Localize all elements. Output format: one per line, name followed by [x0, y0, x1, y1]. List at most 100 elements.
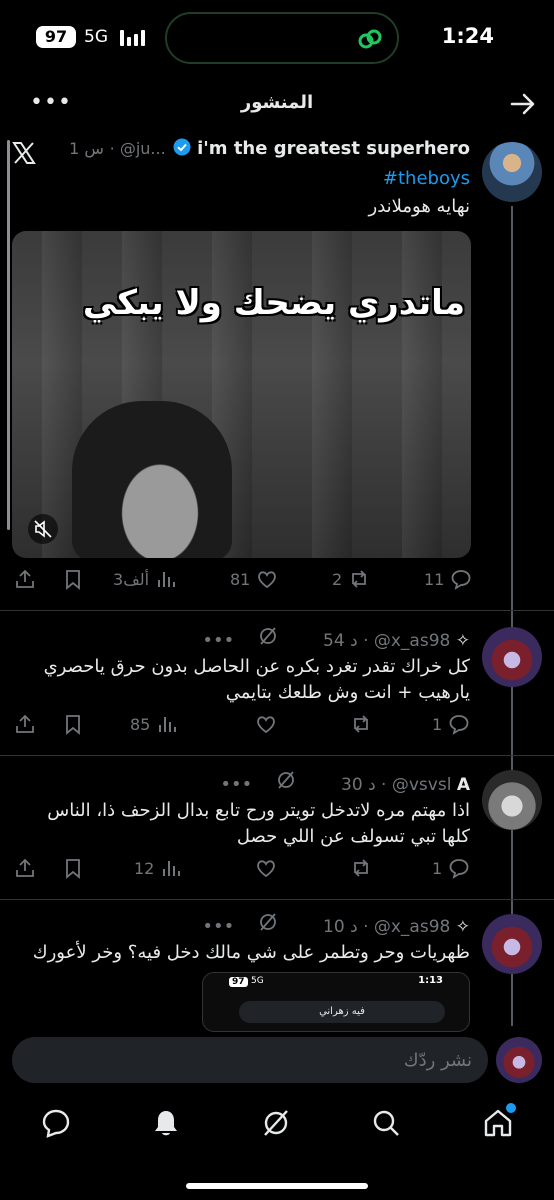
post-header: ••• المنشور	[0, 80, 554, 128]
my-avatar[interactable]	[496, 1037, 542, 1083]
views-count: 3ألف	[113, 569, 150, 589]
home-indicator	[186, 1183, 368, 1189]
reply-composer[interactable]	[12, 1037, 488, 1083]
embedded-screenshot[interactable]: 97 5G 1:13 فيه زهراني	[202, 972, 470, 1032]
views-button[interactable]: 3ألف	[113, 568, 177, 590]
like-button[interactable]	[255, 857, 277, 879]
heart-icon	[258, 571, 277, 589]
reply-time: 30 د	[341, 775, 376, 795]
dynamic-island	[165, 12, 399, 64]
post-handle[interactable]: @ju...	[120, 139, 166, 158]
share-icon	[16, 714, 34, 733]
views-icon	[163, 861, 181, 876]
page-title: المنشور	[240, 92, 314, 113]
views-count: 85	[130, 714, 151, 734]
back-arrow-icon[interactable]	[510, 92, 536, 116]
nav-messages[interactable]	[40, 1107, 72, 1139]
avatar[interactable]	[482, 627, 542, 687]
reply-actions: 85 1	[0, 713, 554, 743]
bookmark-button[interactable]	[62, 857, 84, 879]
views-count: 12	[134, 858, 155, 878]
bookmark-button[interactable]	[62, 713, 84, 735]
embed-battery: 97	[229, 977, 248, 987]
post-actions: 3ألف 81 2 11	[0, 568, 554, 598]
mute-icon[interactable]	[28, 514, 58, 544]
reply-count: 11	[424, 569, 445, 589]
reply-handle[interactable]: @vsvsl	[392, 775, 452, 795]
share-button[interactable]	[14, 568, 36, 590]
avatar[interactable]	[482, 914, 542, 974]
reply-icon	[449, 715, 469, 735]
reply-input[interactable]	[32, 1037, 472, 1083]
repost-count: 2	[332, 569, 343, 589]
grok-icon	[264, 1110, 288, 1136]
post-hashtag[interactable]: #theboys	[383, 168, 470, 189]
divider	[0, 610, 554, 611]
nav-search[interactable]	[370, 1107, 402, 1139]
share-button[interactable]	[14, 713, 36, 735]
views-button[interactable]: 85	[130, 713, 178, 735]
like-button[interactable]	[255, 713, 277, 735]
reply-handle[interactable]: @x_as98	[374, 631, 450, 651]
share-icon	[16, 569, 34, 588]
share-button[interactable]	[14, 857, 36, 879]
reply-handle[interactable]: @x_as98	[374, 917, 450, 937]
reply-text: ظهريات وحر وتطمر على شي مالك دخل فيه؟ وخ…	[32, 942, 470, 963]
nav-home[interactable]	[482, 1103, 516, 1139]
bookmark-icon	[66, 715, 80, 735]
grok-icon[interactable]	[258, 912, 278, 937]
network-label: 5G	[84, 27, 108, 47]
reply-icon	[451, 570, 471, 590]
repost-icon	[354, 715, 368, 733]
signal-icon	[120, 30, 148, 46]
more-options-icon[interactable]: •••	[202, 916, 234, 937]
divider	[0, 755, 554, 756]
views-button[interactable]: 12	[134, 857, 182, 879]
repost-button[interactable]: 2	[332, 568, 370, 590]
chat-icon	[42, 1109, 70, 1138]
reply-count: 1	[432, 714, 443, 734]
like-button[interactable]: 81	[230, 568, 278, 590]
reply-icon	[449, 859, 469, 879]
grok-icon[interactable]	[276, 770, 296, 795]
repost-icon	[352, 570, 367, 588]
post-video[interactable]: ماتدري يضحك ولا يبكي	[12, 231, 471, 558]
reply-count: 1	[432, 858, 443, 878]
more-options-icon[interactable]: •••	[202, 630, 234, 651]
video-caption: ماتدري يضحك ولا يبكي	[82, 283, 465, 323]
reply-text: كل خراك تقدر تغرد بكره عن الحاصل بدون حر…	[43, 656, 470, 703]
grok-icon[interactable]	[258, 626, 278, 651]
avatar[interactable]	[482, 142, 542, 202]
embed-time: 1:13	[418, 975, 443, 986]
bookmark-icon	[66, 570, 80, 590]
search-icon	[373, 1110, 399, 1136]
reply-author-name[interactable]: A	[457, 775, 470, 795]
repost-icon	[354, 859, 368, 877]
reply-button[interactable]: 1	[432, 857, 470, 879]
views-icon	[159, 717, 177, 732]
more-options-icon[interactable]: •••	[220, 774, 252, 795]
embed-search-text: فيه زهراني	[239, 1001, 445, 1023]
repost-button[interactable]	[350, 713, 372, 735]
reply-time: 54 د	[323, 631, 358, 651]
reply-button[interactable]: 11	[424, 568, 472, 590]
verified-badge-icon	[173, 138, 191, 156]
post-author-line: 1 س · @ju... i'm the greatest superhero	[69, 138, 470, 159]
share-icon	[16, 858, 34, 877]
nav-grok[interactable]	[260, 1107, 292, 1139]
reply-button[interactable]: 1	[432, 713, 470, 735]
avatar[interactable]	[482, 770, 542, 830]
post-author-name[interactable]: i'm the greatest superhero	[197, 138, 470, 159]
divider	[0, 899, 554, 900]
scroll-indicator	[7, 140, 10, 530]
repost-button[interactable]	[350, 857, 372, 879]
bell-icon	[155, 1111, 177, 1136]
reply-name-icon: ✧	[455, 917, 470, 937]
nav-notifications[interactable]	[150, 1107, 182, 1139]
bookmark-button[interactable]	[62, 568, 84, 590]
thread-line	[511, 206, 513, 1026]
bookmark-icon	[66, 859, 80, 879]
reply-name-icon: ✧	[455, 631, 470, 651]
reply-author-line: ••• 10 د · @x_as98 ✧	[202, 912, 470, 937]
battery-indicator: 97	[36, 26, 76, 48]
